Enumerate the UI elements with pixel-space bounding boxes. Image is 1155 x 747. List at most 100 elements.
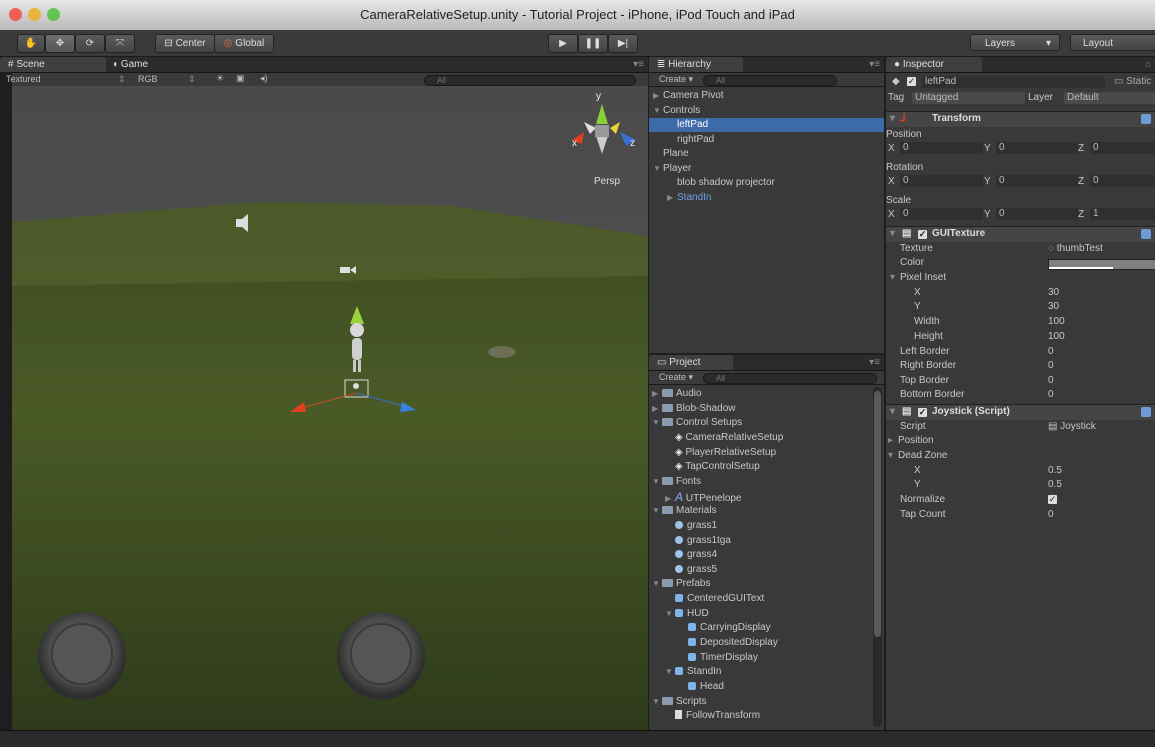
tab-project[interactable]: ▭ Project <box>649 355 733 370</box>
hierarchy-item[interactable]: ▶ Camera Pivot <box>649 89 884 103</box>
scale-tool-icon[interactable]: ⤧ <box>105 34 135 53</box>
object-name-field[interactable]: leftPad <box>922 76 1105 88</box>
tap-count-field[interactable]: 0 <box>1048 508 1054 522</box>
bottom-border-field[interactable]: 0 <box>1048 388 1054 402</box>
help-icon[interactable] <box>1141 407 1151 417</box>
chevron-down-icon[interactable]: ▼ <box>652 577 662 591</box>
chevron-down-icon[interactable]: ▼ <box>652 416 662 430</box>
project-item[interactable]: ◈ TapControlSetup <box>649 460 884 474</box>
left-joystick-pad[interactable] <box>38 612 126 700</box>
project-item[interactable]: ▼ StandIn <box>649 665 884 679</box>
hand-tool-icon[interactable]: ✋ <box>17 34 45 53</box>
project-item[interactable]: ▼ Prefabs <box>649 577 884 591</box>
hierarchy-item[interactable]: ▼ Controls <box>649 104 884 118</box>
chevron-right-icon[interactable]: ▶ <box>652 387 662 401</box>
inset-y-field[interactable]: 30 <box>1048 300 1059 314</box>
project-scrollbar-thumb[interactable] <box>874 391 881 637</box>
create-dropdown[interactable]: Create ▾ <box>659 74 693 85</box>
project-item[interactable]: Head <box>649 680 884 694</box>
chevron-down-icon[interactable]: ▼ <box>665 665 675 679</box>
tab-inspector[interactable]: ● Inspector <box>886 57 982 72</box>
inset-x-field[interactable]: 30 <box>1048 286 1059 300</box>
image-toggle-icon[interactable]: ▣ <box>236 73 245 84</box>
pause-button[interactable]: ❚❚ <box>578 34 608 53</box>
hierarchy-item[interactable]: rightPad <box>649 133 884 147</box>
project-item[interactable]: TimerDisplay <box>649 651 884 665</box>
project-item[interactable]: grass1 <box>649 519 884 533</box>
hierarchy-item[interactable]: blob shadow projector <box>649 176 884 190</box>
chevron-down-icon[interactable]: ▼ <box>652 695 662 709</box>
chevron-down-icon[interactable]: ▼ <box>665 607 675 621</box>
scale-y-field[interactable]: 0 <box>996 208 1079 220</box>
joystick-script-header[interactable]: ▾ ▤ ✓ Joystick (Script) <box>886 404 1155 420</box>
project-item[interactable]: ▶ Blob-Shadow <box>649 402 884 416</box>
dead-zone-row[interactable]: ▾ Dead Zone <box>886 449 1155 463</box>
chevron-right-icon[interactable]: ▶ <box>653 89 663 103</box>
project-item[interactable]: FollowTransform <box>649 709 884 723</box>
scene-search-input[interactable]: All <box>424 75 636 86</box>
hierarchy-item[interactable]: leftPad <box>649 118 884 132</box>
project-item[interactable]: ▶ Audio <box>649 387 884 401</box>
hierarchy-search-input[interactable]: All <box>703 75 837 86</box>
transform-header[interactable]: ▾ ⅃ Transform <box>886 111 1155 127</box>
project-item[interactable]: ▼ Control Setups <box>649 416 884 430</box>
project-item[interactable]: grass1tga <box>649 534 884 548</box>
project-item[interactable]: ▼ Scripts <box>649 695 884 709</box>
render-mode-dropdown[interactable]: Textured <box>6 74 41 84</box>
project-item[interactable]: ▼ HUD <box>649 607 884 621</box>
scene-viewport[interactable]: y x z Persp <box>12 86 648 730</box>
dead-zone-x-field[interactable]: 0.5 <box>1048 464 1062 478</box>
project-item[interactable]: ▶ A UTPenelope <box>649 490 884 504</box>
texture-field[interactable]: ◌ thumbTest <box>1048 242 1103 256</box>
left-border-field[interactable]: 0 <box>1048 345 1054 359</box>
position-y-field[interactable]: 0 <box>996 142 1079 154</box>
guitexture-enabled-checkbox[interactable]: ✓ <box>918 230 927 239</box>
pivot-center-button[interactable]: ⊟ Center <box>155 34 215 53</box>
project-item[interactable]: ▼ Materials <box>649 504 884 518</box>
project-item[interactable]: ◈ CameraRelativeSetup <box>649 431 884 445</box>
play-button[interactable]: ▶ <box>548 34 578 53</box>
panel-menu-icon[interactable]: ▾≡ <box>633 59 644 70</box>
inset-width-field[interactable]: 100 <box>1048 315 1065 329</box>
help-icon[interactable] <box>1141 114 1151 124</box>
chevron-down-icon[interactable]: ▼ <box>653 162 663 176</box>
rotate-tool-icon[interactable]: ⟳ <box>75 34 105 53</box>
project-item[interactable]: ◈ PlayerRelativeSetup <box>649 446 884 460</box>
panel-menu-icon[interactable]: ▾≡ <box>869 357 880 368</box>
space-global-button[interactable]: ◎ Global <box>214 34 274 53</box>
lighting-toggle-icon[interactable]: ☀ <box>216 73 224 84</box>
project-item[interactable]: grass5 <box>649 563 884 577</box>
project-item[interactable]: ▼ Fonts <box>649 475 884 489</box>
rotation-z-field[interactable]: 0 <box>1090 175 1155 187</box>
active-checkbox[interactable]: ✓ <box>907 77 916 86</box>
pixel-inset-row[interactable]: ▾ Pixel Inset <box>886 271 1155 285</box>
inset-height-field[interactable]: 100 <box>1048 330 1065 344</box>
dead-zone-y-field[interactable]: 0.5 <box>1048 478 1062 492</box>
static-checkbox[interactable]: ▭ Static <box>1114 75 1151 89</box>
help-icon[interactable] <box>1141 229 1151 239</box>
chevron-down-icon[interactable]: ▼ <box>653 104 663 118</box>
right-border-field[interactable]: 0 <box>1048 359 1054 373</box>
rotation-x-field[interactable]: 0 <box>900 175 983 187</box>
layer-dropdown[interactable]: Default <box>1064 92 1155 104</box>
right-joystick-pad[interactable] <box>337 612 425 700</box>
create-dropdown[interactable]: Create ▾ <box>659 372 693 383</box>
audio-toggle-icon[interactable]: ◂) <box>260 73 268 84</box>
top-border-field[interactable]: 0 <box>1048 374 1054 388</box>
chevron-right-icon[interactable]: ▶ <box>652 402 662 416</box>
script-field[interactable]: ▤ Joystick <box>1048 420 1096 434</box>
hierarchy-item[interactable]: Plane <box>649 147 884 161</box>
joystick-enabled-checkbox[interactable]: ✓ <box>918 408 927 417</box>
projection-label[interactable]: Persp <box>594 176 621 187</box>
normalize-checkbox[interactable]: ✓ <box>1048 495 1057 504</box>
step-button[interactable]: ▶| <box>608 34 638 53</box>
lock-icon[interactable]: ⌂ <box>1145 59 1151 70</box>
project-item[interactable]: CenteredGUIText <box>649 592 884 606</box>
project-item[interactable]: DepositedDisplay <box>649 636 884 650</box>
guitexture-header[interactable]: ▾ ▤ ✓ GUITexture <box>886 226 1155 242</box>
rotation-y-field[interactable]: 0 <box>996 175 1079 187</box>
color-mode-dropdown[interactable]: RGB <box>138 74 158 84</box>
color-swatch[interactable] <box>1048 259 1155 270</box>
layout-dropdown[interactable]: Layout <box>1070 34 1155 51</box>
tag-dropdown[interactable]: Untagged <box>912 92 1025 104</box>
